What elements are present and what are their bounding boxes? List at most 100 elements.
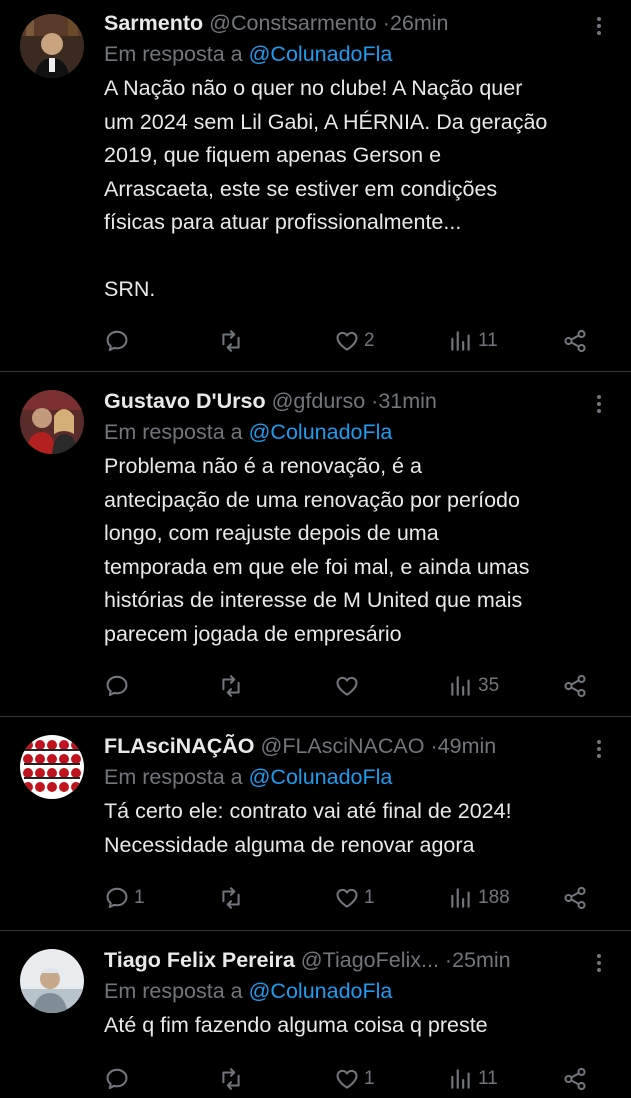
reply-prefix: Em resposta a xyxy=(104,42,243,66)
share-button[interactable] xyxy=(562,883,588,913)
more-options-icon[interactable] xyxy=(589,951,609,975)
separator-dot: · xyxy=(444,948,453,972)
timestamp[interactable]: 31min xyxy=(378,389,437,413)
retweet-button[interactable] xyxy=(218,883,248,913)
tweet-content: Sarmento @Constsarmento ·26min Em respos… xyxy=(104,8,587,307)
reply-context: Em resposta a @ColunadoFla xyxy=(104,416,587,448)
reply-context: Em resposta a @ColunadoFla xyxy=(104,38,587,70)
tweet-content: FLAsciNAÇÃO @FLAsciNACAO ·49min Em respo… xyxy=(104,731,587,862)
reply-icon xyxy=(106,887,128,909)
author-handle[interactable]: @Constsarmento xyxy=(209,11,377,35)
view-count: 35 xyxy=(478,675,500,696)
reply-button[interactable]: 1 xyxy=(104,883,145,913)
timestamp[interactable]: 49min xyxy=(438,734,497,758)
reply-mention[interactable]: @ColunadoFla xyxy=(249,765,393,789)
author-handle[interactable]: @FLAsciNACAO xyxy=(261,734,425,758)
reply-icon xyxy=(106,330,128,352)
avatar[interactable] xyxy=(20,949,84,1013)
share-icon xyxy=(564,674,586,698)
retweet-button[interactable] xyxy=(218,326,248,356)
tweet[interactable]: Sarmento @Constsarmento ·26min Em respos… xyxy=(0,0,631,372)
tweet-content: Tiago Felix Pereira @TiagoFelix... ·25mi… xyxy=(104,945,587,1043)
heart-icon xyxy=(336,331,358,351)
action-bar: 1 1 188 xyxy=(104,883,597,913)
heart-icon xyxy=(336,676,358,696)
more-options-icon[interactable] xyxy=(589,392,609,416)
retweet-button[interactable] xyxy=(218,671,248,701)
action-bar: 2 11 xyxy=(104,326,597,356)
views-button[interactable]: 188 xyxy=(448,883,510,913)
share-button[interactable] xyxy=(562,326,588,356)
reply-mention[interactable]: @ColunadoFla xyxy=(249,420,393,444)
view-count: 11 xyxy=(478,330,498,351)
reply-mention[interactable]: @ColunadoFla xyxy=(249,979,393,1003)
reply-prefix: Em resposta a xyxy=(104,420,243,444)
retweet-icon xyxy=(222,330,240,352)
view-count: 188 xyxy=(478,887,510,908)
separator-dot: · xyxy=(430,734,438,758)
tweet-content: Gustavo D'Urso @gfdurso ·31min Em respos… xyxy=(104,386,587,651)
like-count: 1 xyxy=(364,887,375,908)
views-icon xyxy=(451,1069,470,1089)
like-button[interactable]: 1 xyxy=(334,1064,375,1094)
share-button[interactable] xyxy=(562,1064,588,1094)
author-handle[interactable]: @TiagoFelix... xyxy=(301,948,439,972)
views-button[interactable]: 35 xyxy=(448,671,499,701)
author-handle[interactable]: @gfdurso xyxy=(272,389,366,413)
tweet-text: Problema não é a renovação, é a antecipa… xyxy=(104,454,530,646)
author-name[interactable]: Sarmento xyxy=(104,11,203,35)
reply-icon xyxy=(106,1068,128,1090)
share-icon xyxy=(564,1067,586,1091)
reply-prefix: Em resposta a xyxy=(104,765,243,789)
views-button[interactable]: 11 xyxy=(448,326,498,356)
reply-count: 1 xyxy=(134,887,145,908)
share-icon xyxy=(564,886,586,910)
like-count: 2 xyxy=(364,330,375,351)
avatar[interactable] xyxy=(20,390,84,454)
more-options-icon[interactable] xyxy=(589,737,609,761)
tweet-text: Até q fim fazendo alguma coisa q preste xyxy=(104,1013,488,1037)
more-options-icon[interactable] xyxy=(589,14,609,38)
avatar[interactable] xyxy=(20,14,84,78)
tweet-text: A Nação não o quer no clube! A Nação que… xyxy=(104,76,548,301)
action-bar: 1 11 xyxy=(104,1064,597,1094)
action-bar: 35 xyxy=(104,671,597,701)
avatar[interactable] xyxy=(20,735,84,799)
heart-icon xyxy=(336,1069,358,1089)
author-name[interactable]: FLAsciNAÇÃO xyxy=(104,734,255,758)
views-icon xyxy=(451,331,470,351)
share-button[interactable] xyxy=(562,671,588,701)
tweet-header: FLAsciNAÇÃO @FLAsciNACAO ·49min xyxy=(104,731,587,761)
like-button[interactable]: 1 xyxy=(334,883,375,913)
author-name[interactable]: Gustavo D'Urso xyxy=(104,389,266,413)
retweet-icon xyxy=(222,1068,240,1090)
reply-mention[interactable]: @ColunadoFla xyxy=(249,42,393,66)
heart-icon xyxy=(336,888,358,908)
tweet[interactable]: Tiago Felix Pereira @TiagoFelix... ·25mi… xyxy=(0,931,631,1098)
tweet-header: Tiago Felix Pereira @TiagoFelix... ·25mi… xyxy=(104,945,587,975)
reply-button[interactable] xyxy=(104,1064,134,1094)
reply-context: Em resposta a @ColunadoFla xyxy=(104,975,587,1007)
like-button[interactable] xyxy=(334,671,364,701)
reply-context: Em resposta a @ColunadoFla xyxy=(104,761,587,793)
reply-button[interactable] xyxy=(104,326,134,356)
tweet[interactable]: FLAsciNAÇÃO @FLAsciNACAO ·49min Em respo… xyxy=(0,717,631,931)
tweet-text: Tá certo ele: contrato vai até final de … xyxy=(104,799,512,857)
tweet-header: Gustavo D'Urso @gfdurso ·31min xyxy=(104,386,587,416)
retweet-icon xyxy=(222,887,240,909)
views-icon xyxy=(451,676,470,696)
like-button[interactable]: 2 xyxy=(334,326,375,356)
timestamp[interactable]: 25min xyxy=(452,948,511,972)
retweet-button[interactable] xyxy=(218,1064,248,1094)
tweet[interactable]: Gustavo D'Urso @gfdurso ·31min Em respos… xyxy=(0,372,631,717)
view-count: 11 xyxy=(478,1068,498,1089)
reply-button[interactable] xyxy=(104,671,134,701)
like-count: 1 xyxy=(364,1068,375,1089)
tweet-header: Sarmento @Constsarmento ·26min xyxy=(104,8,587,38)
author-name[interactable]: Tiago Felix Pereira xyxy=(104,948,295,972)
retweet-icon xyxy=(222,675,240,697)
share-icon xyxy=(564,329,586,353)
views-icon xyxy=(451,888,470,908)
timestamp[interactable]: 26min xyxy=(390,11,449,35)
views-button[interactable]: 11 xyxy=(448,1064,498,1094)
